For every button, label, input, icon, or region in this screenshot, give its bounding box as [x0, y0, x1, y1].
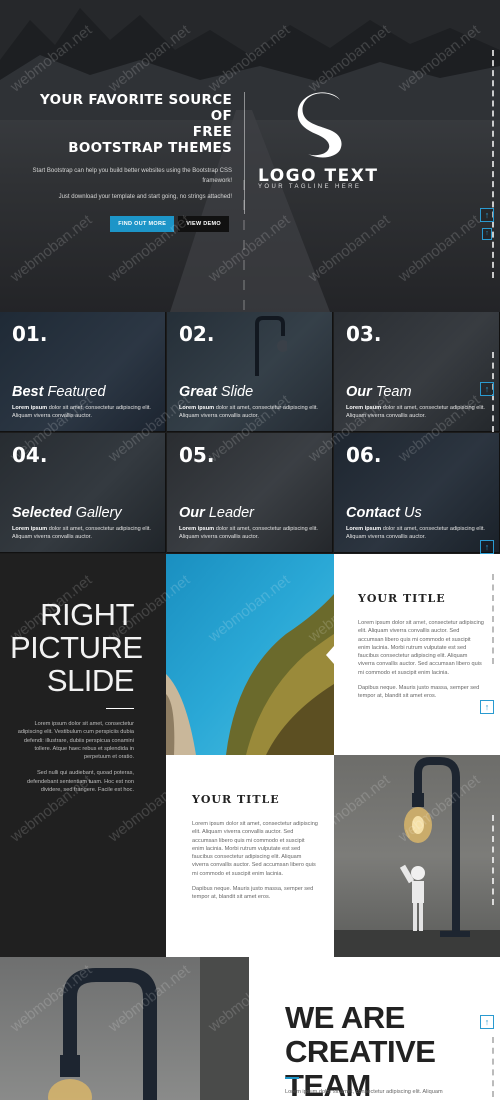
hero-divider	[244, 92, 245, 214]
feature-title: Contact Us	[346, 505, 422, 521]
lamp-robot-photo	[334, 755, 500, 957]
feature-title-light: Team	[375, 384, 412, 400]
card-paragraph: Lorem ipsum dolor sit amet, consectetur …	[192, 821, 318, 877]
feature-description-lead: Lorem ipsum	[179, 405, 215, 411]
card-content: YOUR TITLE Lorem ipsum dolor sit amet, c…	[192, 793, 318, 909]
logo-s-icon	[297, 92, 342, 158]
logo-text: LOGO TEXT	[258, 166, 379, 186]
slide-divider	[106, 708, 134, 709]
slide-paragraph-1: Lorem ipsum dolor sit amet, consectetur …	[17, 721, 134, 761]
lamp-image	[48, 957, 249, 1100]
card-content: YOUR TITLE Lorem ipsum dolor sit amet, c…	[358, 592, 484, 708]
feature-number: 05.	[179, 443, 215, 467]
team-heading: WE ARE CREATIVE TEAM	[285, 1000, 436, 1100]
feature-description-lead: Lorem ipsum	[12, 526, 48, 532]
feature-title-light: Featured	[47, 384, 106, 400]
feature-number: 06.	[346, 443, 382, 467]
feature-description: Lorem ipsum dolor sit amet, consectetur …	[179, 404, 331, 420]
feature-title-bold: Best	[12, 384, 44, 400]
scroll-up-icon[interactable]: ↑	[480, 208, 494, 222]
team-text: Lorem ipsum dolor sit amet, consectetur …	[285, 1089, 443, 1095]
feature-title-light: Leader	[208, 505, 254, 521]
team-divider	[285, 1077, 299, 1079]
scroll-indicator-dash	[492, 574, 494, 664]
feature-title: Great Slide	[179, 384, 253, 400]
scroll-up-icon[interactable]: ↑	[480, 1015, 494, 1029]
feature-card-3[interactable]: 03. Our Team Lorem ipsum dolor sit amet,…	[334, 312, 500, 432]
find-out-more-button[interactable]: FIND OUT MORE	[110, 216, 175, 232]
feature-description: Lorem ipsum dolor sit amet, consectetur …	[12, 404, 164, 420]
feature-description-lead: Lorem ipsum	[179, 526, 215, 532]
feature-card-6[interactable]: 06. Contact Us Lorem ipsum dolor sit ame…	[334, 433, 500, 553]
feature-number: 01.	[12, 322, 48, 346]
feature-title: Our Leader	[179, 505, 254, 521]
feature-description: Lorem ipsum dolor sit amet, consectetur …	[12, 525, 164, 541]
card-footnote: Dapibus neque. Mauris justo massa, sempe…	[192, 886, 314, 901]
card-footnote: Dapibus neque. Mauris justo massa, sempe…	[358, 685, 480, 700]
lamp-silhouette-icon	[255, 316, 287, 376]
slide-text: Lorem ipsum dolor sit amet, consectetur …	[14, 720, 134, 802]
feature-title-light: Us	[404, 505, 422, 521]
hero-description: Start Bootstrap can help you build bette…	[20, 166, 232, 202]
feature-description: Lorem ipsum dolor sit amet, consectetur …	[346, 525, 498, 541]
scroll-up-icon[interactable]: ↑	[480, 382, 494, 396]
feature-number: 04.	[12, 443, 48, 467]
logo-tagline: YOUR TAGLINE HERE	[258, 184, 362, 190]
card-title: YOUR TITLE	[192, 793, 280, 806]
feature-number: 02.	[179, 322, 215, 346]
slide-intro-panel: RIGHT PICTURE SLIDE Lorem ipsum dolor si…	[0, 554, 166, 957]
feature-description-lead: Lorem ipsum	[346, 405, 382, 411]
feature-card-4[interactable]: 04. Selected Gallery Lorem ipsum dolor s…	[0, 433, 166, 553]
feature-description-lead: Lorem ipsum	[346, 526, 382, 532]
sea-cliff-photo	[166, 554, 334, 755]
sea-cliff-image	[166, 554, 334, 755]
scroll-indicator-dash	[492, 815, 494, 905]
scroll-indicator-dash	[492, 1037, 494, 1097]
creative-team-section: WE ARE CREATIVE TEAM Lorem ipsum dolor s…	[249, 957, 500, 1100]
feature-title-bold: Our	[346, 384, 372, 400]
feature-title: Selected Gallery	[12, 505, 122, 521]
slide-heading: RIGHT PICTURE SLIDE	[10, 597, 143, 698]
card-title: YOUR TITLE	[358, 592, 446, 605]
feature-title-bold: Our	[179, 505, 205, 521]
hero-intro: YOUR FAVORITE SOURCE OF FREE BOOTSTRAP T…	[20, 92, 232, 232]
card-paragraph: Lorem ipsum dolor sit amet, consectetur …	[358, 620, 484, 676]
hero-description-line-2: Just download your template and start go…	[58, 194, 232, 200]
feature-card-5[interactable]: 05. Our Leader Lorem ipsum dolor sit ame…	[167, 433, 333, 553]
card-notch	[326, 646, 334, 664]
card-body: Lorem ipsum dolor sit amet, consectetur …	[358, 619, 484, 701]
content-card-1: YOUR TITLE Lorem ipsum dolor sit amet, c…	[326, 554, 500, 755]
lamp-photo	[0, 957, 249, 1100]
hero-title: YOUR FAVORITE SOURCE OF FREE BOOTSTRAP T…	[40, 92, 232, 156]
feature-card-1[interactable]: 01. Best Featured Lorem ipsum dolor sit …	[0, 312, 166, 432]
hero-section: YOUR FAVORITE SOURCE OF FREE BOOTSTRAP T…	[0, 0, 500, 312]
feature-title-bold: Contact	[346, 505, 400, 521]
feature-title-light: Gallery	[75, 505, 122, 521]
feature-title-bold: Great	[179, 384, 217, 400]
hero-description-line-1: Start Bootstrap can help you build bette…	[32, 168, 232, 184]
feature-title-light: Slide	[220, 384, 254, 400]
scroll-up-icon[interactable]: ↑	[480, 540, 494, 554]
feature-card-2[interactable]: 02. Great Slide Lorem ipsum dolor sit am…	[167, 312, 333, 432]
feature-title: Our Team	[346, 384, 412, 400]
view-demo-button[interactable]: VIEW DEMO	[178, 216, 229, 232]
card-body: Lorem ipsum dolor sit amet, consectetur …	[192, 820, 318, 902]
feature-title-bold: Selected	[12, 505, 72, 521]
feature-description: Lorem ipsum dolor sit amet, consectetur …	[346, 404, 498, 420]
feature-description-lead: Lorem ipsum	[12, 405, 48, 411]
content-card-2: YOUR TITLE Lorem ipsum dolor sit amet, c…	[166, 755, 342, 957]
features-grid: 01. Best Featured Lorem ipsum dolor sit …	[0, 312, 500, 554]
slide-paragraph-2: Sed nulli qui audiebant, quoad poteras, …	[27, 770, 134, 794]
feature-title: Best Featured	[12, 384, 106, 400]
feature-number: 03.	[346, 322, 382, 346]
hero-buttons: FIND OUT MORE VIEW DEMO	[20, 216, 232, 232]
scroll-up-small-icon[interactable]: ↑	[482, 228, 492, 240]
scroll-indicator-dash	[492, 50, 494, 278]
lamp-robot-image	[334, 757, 500, 957]
scroll-up-icon[interactable]: ↑	[480, 700, 494, 714]
feature-description: Lorem ipsum dolor sit amet, consectetur …	[179, 525, 331, 541]
